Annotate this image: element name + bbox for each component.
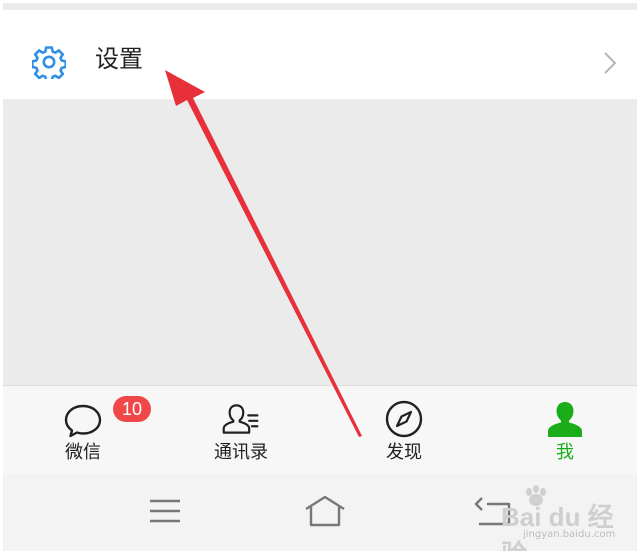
settings-label: 设置 <box>95 45 143 73</box>
settings-row[interactable]: 设置 <box>3 10 637 99</box>
system-nav-bar <box>3 474 637 551</box>
chat-bubble-icon <box>64 404 102 438</box>
person-icon <box>548 402 582 437</box>
tab-weixin[interactable]: 10 微信 <box>21 386 151 474</box>
chevron-right-icon <box>604 52 617 74</box>
home-icon[interactable] <box>303 494 347 528</box>
back-icon[interactable] <box>473 496 513 526</box>
screen: 设置 10 微信 通讯录 发现 我 Bai du 经 jingyan.baidu… <box>3 3 637 551</box>
tab-me[interactable]: 我 <box>503 386 623 474</box>
compass-icon <box>385 400 423 438</box>
tab-discover[interactable]: 发现 <box>342 386 462 474</box>
tab-label: 发现 <box>386 442 422 463</box>
gear-icon <box>32 46 66 79</box>
unread-badge: 10 <box>113 396 151 422</box>
menu-icon[interactable] <box>149 498 181 524</box>
tab-contacts[interactable]: 通讯录 <box>179 386 299 474</box>
tab-label: 微信 <box>65 442 101 463</box>
tab-bar: 10 微信 通讯录 发现 我 <box>3 385 637 474</box>
contacts-icon <box>222 404 259 434</box>
tab-label: 通讯录 <box>214 442 268 463</box>
tab-label: 我 <box>556 442 574 463</box>
